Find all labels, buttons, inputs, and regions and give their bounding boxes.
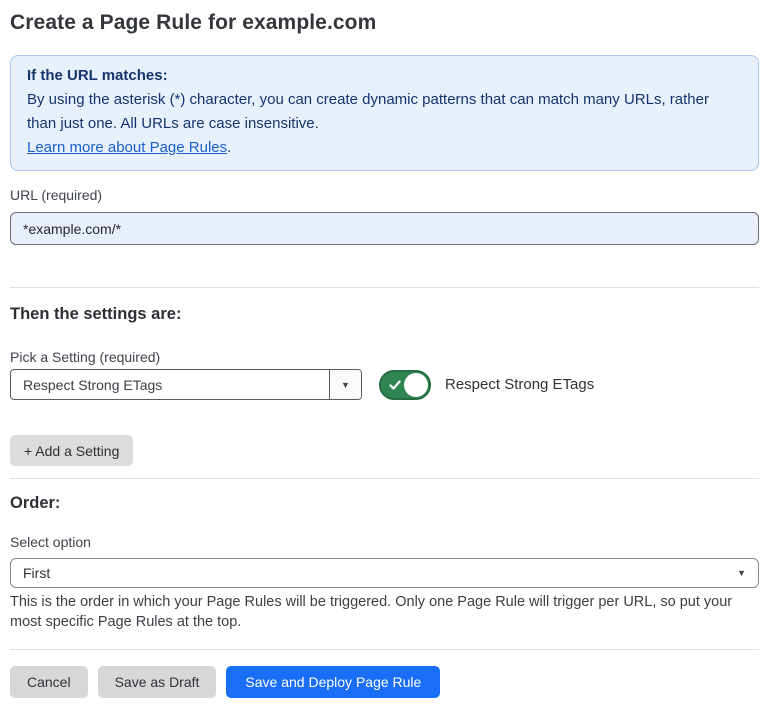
save-as-draft-button[interactable]: Save as Draft (98, 666, 217, 698)
setting-select[interactable]: Respect Strong ETags ▼ (10, 369, 362, 400)
pick-setting-label: Pick a Setting (required) (10, 348, 759, 366)
footer-buttons: Cancel Save as Draft Save and Deploy Pag… (10, 666, 759, 698)
learn-more-link[interactable]: Learn more about Page Rules (27, 139, 227, 156)
link-suffix: . (227, 139, 231, 156)
add-setting-button[interactable]: + Add a Setting (10, 435, 133, 466)
footer-divider (10, 649, 759, 650)
section-divider (10, 478, 759, 479)
section-divider (10, 287, 759, 288)
order-select-value: First (23, 565, 50, 581)
info-box-link-line: Learn more about Page Rules. (27, 136, 742, 160)
chevron-down-icon: ▼ (737, 568, 746, 578)
order-heading: Order: (10, 493, 759, 513)
check-icon (388, 378, 402, 392)
info-box-body: By using the asterisk (*) character, you… (27, 88, 742, 136)
setting-row: Respect Strong ETags ▼ Respect Strong ET… (10, 369, 759, 400)
page-rule-form: Create a Page Rule for example.com If th… (0, 10, 769, 698)
settings-heading: Then the settings are: (10, 304, 759, 324)
save-and-deploy-button[interactable]: Save and Deploy Page Rule (226, 666, 440, 698)
toggle-label: Respect Strong ETags (445, 376, 594, 393)
order-help-text: This is the order in which your Page Rul… (10, 592, 759, 632)
toggle-knob (404, 373, 428, 397)
chevron-down-icon[interactable]: ▼ (329, 370, 361, 399)
page-title: Create a Page Rule for example.com (10, 10, 759, 36)
setting-select-value: Respect Strong ETags (11, 370, 329, 399)
url-match-info-box: If the URL matches: By using the asteris… (10, 55, 759, 171)
info-box-heading: If the URL matches: (27, 64, 742, 88)
order-select[interactable]: First ▼ (10, 558, 759, 588)
url-field-label: URL (required) (10, 186, 759, 204)
cancel-button[interactable]: Cancel (10, 666, 88, 698)
url-input[interactable] (10, 212, 759, 245)
order-select-label: Select option (10, 533, 759, 551)
setting-toggle[interactable] (379, 370, 431, 400)
